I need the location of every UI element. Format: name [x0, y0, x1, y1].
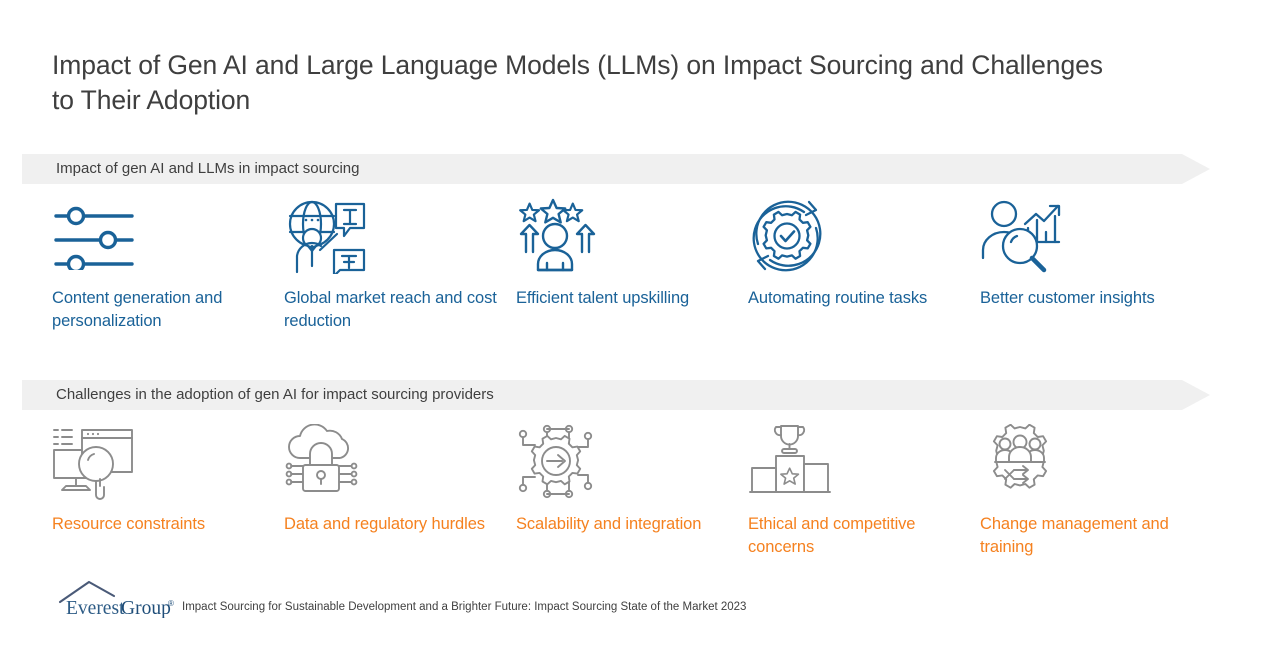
customer-analytics-magnifier-icon	[980, 198, 1198, 274]
card-scalability-integration[interactable]: Scalability and integration	[516, 424, 748, 559]
card-label: Global market reach and cost reduction	[284, 289, 497, 330]
challenges-card-row: Resource constraints Data and regulatory…	[52, 424, 1232, 559]
banner-label-impact: Impact of gen AI and LLMs in impact sour…	[56, 160, 360, 177]
impact-card-row: Content generation and personalization G…	[52, 198, 1232, 333]
svg-text:®: ®	[168, 599, 174, 608]
card-content-generation[interactable]: Content generation and personalization	[52, 198, 284, 333]
cloud-lock-icon	[284, 424, 502, 500]
global-translation-icon	[284, 198, 502, 274]
card-label: Data and regulatory hurdles	[284, 515, 485, 533]
monitor-magnifier-icon	[52, 424, 270, 500]
card-better-customer-insights[interactable]: Better customer insights	[980, 198, 1212, 333]
card-ethical-competitive-concerns[interactable]: Ethical and competitive concerns	[748, 424, 980, 559]
card-label: Efficient talent upskilling	[516, 289, 690, 307]
podium-trophy-icon	[748, 424, 966, 500]
person-stars-upskilling-icon	[516, 198, 734, 274]
page-title: Impact of Gen AI and Large Language Mode…	[52, 50, 1103, 115]
card-resource-constraints[interactable]: Resource constraints	[52, 424, 284, 559]
card-efficient-talent-upskilling[interactable]: Efficient talent upskilling	[516, 198, 748, 333]
svg-text:Everest: Everest	[66, 598, 125, 618]
source-citation: Impact Sourcing for Sustainable Developm…	[182, 601, 747, 613]
gear-arrow-network-icon	[516, 424, 734, 500]
gear-check-automation-icon	[748, 198, 966, 274]
card-label: Change management and training	[980, 515, 1169, 556]
card-label: Resource constraints	[52, 515, 205, 533]
card-data-regulatory-hurdles[interactable]: Data and regulatory hurdles	[284, 424, 516, 559]
card-label: Ethical and competitive concerns	[748, 515, 916, 556]
card-label: Automating routine tasks	[748, 289, 928, 307]
slide-canvas: Impact of Gen AI and Large Language Mode…	[0, 0, 1280, 670]
banner-label-challenges: Challenges in the adoption of gen AI for…	[56, 386, 494, 403]
card-global-market-reach[interactable]: Global market reach and cost reduction	[284, 198, 516, 333]
card-label: Scalability and integration	[516, 515, 702, 533]
card-label: Better customer insights	[980, 289, 1155, 307]
section-banner-impact: Impact of gen AI and LLMs in impact sour…	[22, 154, 1210, 184]
sliders-icon	[52, 198, 270, 274]
card-automating-routine-tasks[interactable]: Automating routine tasks	[748, 198, 980, 333]
card-label: Content generation and personalization	[52, 289, 223, 330]
section-banner-challenges: Challenges in the adoption of gen AI for…	[22, 380, 1210, 410]
card-change-management-training[interactable]: Change management and training	[980, 424, 1212, 559]
svg-text:Group: Group	[121, 598, 171, 618]
footer: Everest Group ® Impact Sourcing for Sust…	[58, 580, 746, 618]
everest-group-logo: Everest Group ®	[58, 580, 180, 618]
gear-people-shuffle-icon	[980, 424, 1198, 500]
